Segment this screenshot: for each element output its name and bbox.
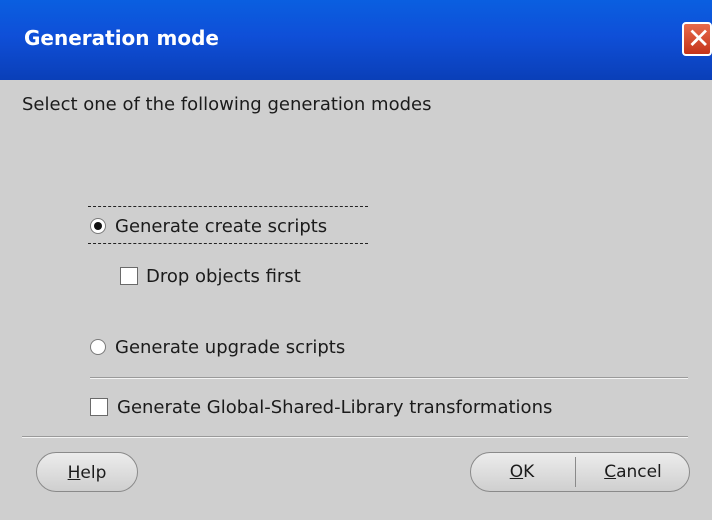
help-mnemonic: H bbox=[67, 463, 81, 483]
label-generate-create[interactable]: Generate create scripts bbox=[115, 216, 327, 237]
radio-generate-create[interactable] bbox=[90, 218, 106, 234]
cancel-button[interactable]: Cancel bbox=[576, 452, 690, 492]
cancel-label-rest: ancel bbox=[616, 462, 662, 482]
cancel-mnemonic: C bbox=[604, 462, 617, 482]
instruction-text: Select one of the following generation m… bbox=[22, 94, 432, 115]
label-generate-upgrade[interactable]: Generate upgrade scripts bbox=[115, 337, 345, 358]
ok-label-rest: K bbox=[523, 462, 535, 482]
focus-indicator-bottom bbox=[88, 243, 368, 244]
label-drop-objects-first[interactable]: Drop objects first bbox=[146, 266, 301, 287]
close-icon: ✕ bbox=[687, 22, 711, 55]
ok-button[interactable]: OK bbox=[470, 452, 574, 492]
separator-2-highlight bbox=[22, 437, 688, 438]
separator-1-highlight bbox=[90, 378, 688, 379]
radio-generate-upgrade[interactable] bbox=[90, 339, 106, 355]
ok-mnemonic: O bbox=[509, 462, 524, 482]
label-global-shared-library[interactable]: Generate Global-Shared-Library transform… bbox=[117, 397, 552, 418]
help-button[interactable]: Help bbox=[36, 452, 138, 492]
ok-button-label: OK bbox=[470, 462, 574, 482]
help-button-label: Help bbox=[37, 463, 137, 483]
cancel-button-label: Cancel bbox=[576, 462, 690, 482]
dialog-body: Select one of the following generation m… bbox=[0, 80, 712, 520]
titlebar: Generation mode ✕ bbox=[0, 0, 712, 80]
generation-mode-dialog: Generation mode ✕ Select one of the foll… bbox=[0, 0, 712, 520]
checkbox-drop-objects-first[interactable] bbox=[120, 267, 138, 285]
help-label-rest: elp bbox=[80, 463, 107, 483]
dialog-title: Generation mode bbox=[24, 26, 219, 50]
focus-indicator-top bbox=[88, 206, 368, 207]
checkbox-global-shared-library[interactable] bbox=[90, 398, 108, 416]
close-button[interactable]: ✕ bbox=[682, 22, 712, 56]
